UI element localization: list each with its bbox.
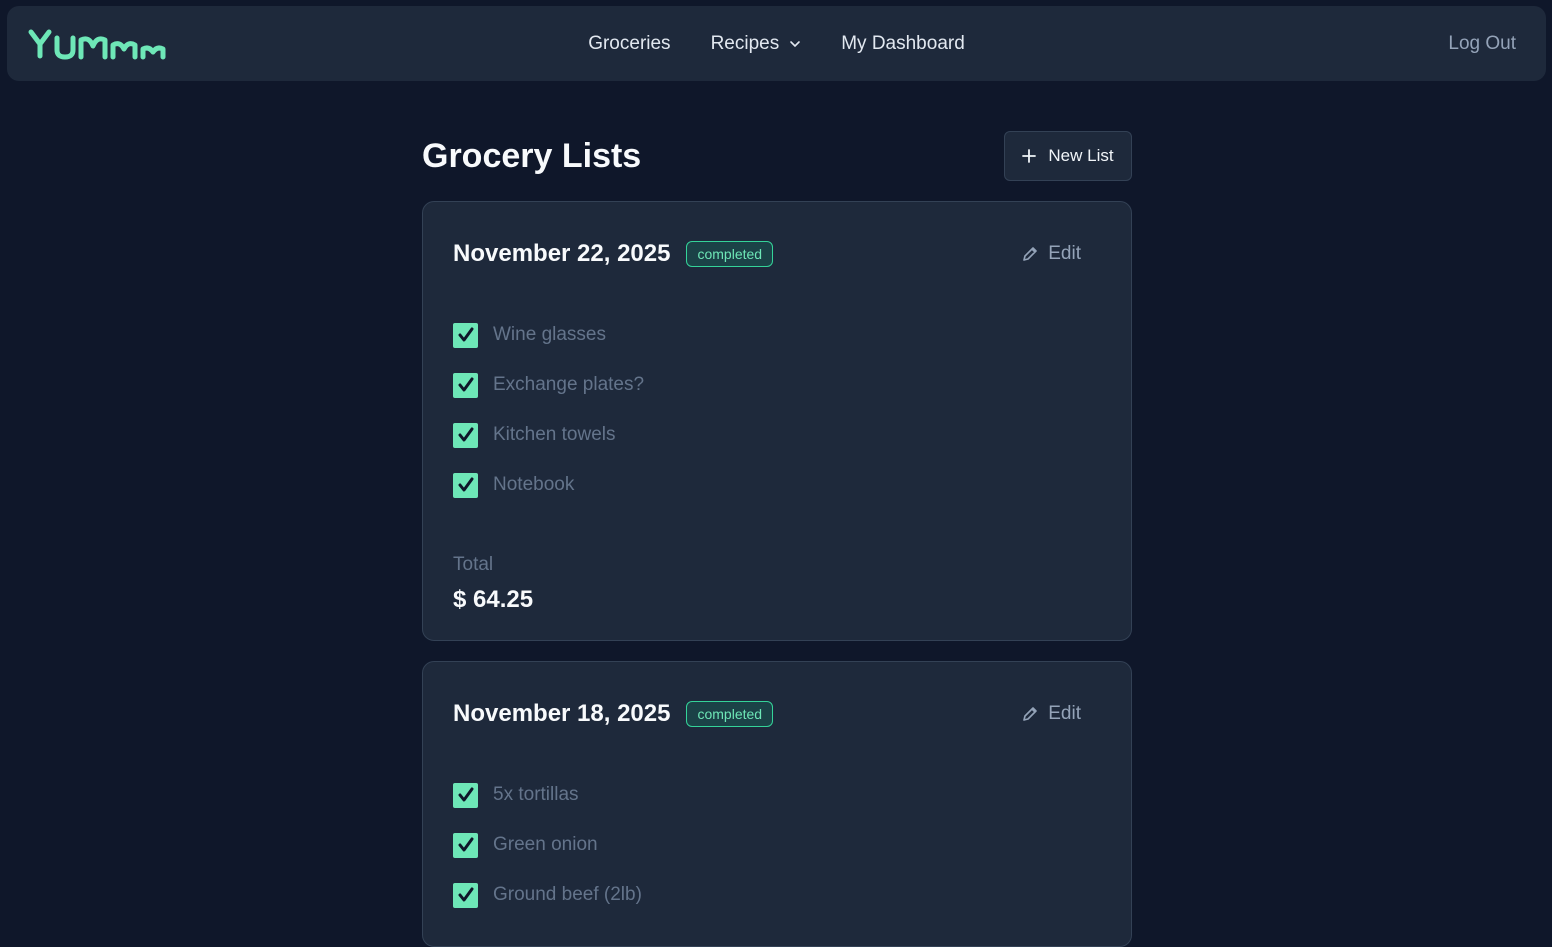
total-value: $ 64.25 — [453, 586, 534, 613]
page-header: Grocery Lists New List — [422, 131, 1132, 181]
page-title: Grocery Lists — [422, 136, 642, 175]
item-list: 5x tortillas Green onion Ground beef (2l… — [453, 770, 1101, 920]
status-badge: completed — [686, 241, 774, 267]
nav-links: Groceries Recipes My Dashboard — [7, 6, 1546, 81]
list-item: Green onion — [453, 820, 1101, 870]
nav-link-groceries[interactable]: Groceries — [588, 33, 670, 55]
checkmark-icon — [458, 837, 473, 852]
list-item: Kitchen towels — [453, 410, 1101, 460]
card-header: November 22, 2025 completed Edit — [453, 232, 1101, 276]
checkmark-icon — [458, 327, 473, 342]
item-label: Ground beef (2lb) — [493, 884, 642, 905]
item-label: Green onion — [493, 834, 598, 855]
nav-link-recipes[interactable]: Recipes — [711, 33, 802, 55]
grocery-list-card: November 22, 2025 completed Edit Wine gl… — [422, 201, 1132, 641]
nav-link-dashboard[interactable]: My Dashboard — [841, 33, 965, 55]
edit-label: Edit — [1048, 243, 1081, 264]
nav-link-recipes-label: Recipes — [710, 32, 780, 54]
plus-icon — [1022, 149, 1037, 163]
checkmark-icon — [458, 787, 473, 802]
grocery-list-card: November 18, 2025 completed Edit 5x tort… — [422, 661, 1132, 947]
list-item: Ground beef (2lb) — [453, 870, 1101, 920]
list-item: Exchange plates? — [453, 360, 1101, 410]
checkmark-icon — [458, 477, 473, 492]
edit-button[interactable]: Edit — [1022, 692, 1081, 736]
item-label: Notebook — [493, 474, 575, 495]
item-checkbox[interactable] — [453, 422, 478, 448]
new-list-label: New List — [1048, 146, 1114, 165]
card-header: November 18, 2025 completed Edit — [453, 692, 1101, 736]
checkmark-icon — [458, 887, 473, 902]
logout-link[interactable]: Log Out — [1448, 6, 1516, 81]
yummm-logo[interactable] — [27, 24, 187, 64]
item-label: Wine glasses — [493, 324, 606, 345]
item-label: 5x tortillas — [493, 784, 579, 805]
list-date: November 18, 2025 — [453, 700, 671, 727]
edit-button[interactable]: Edit — [1022, 232, 1081, 276]
pencil-icon — [1023, 707, 1038, 721]
checkmark-icon — [458, 377, 473, 392]
item-checkbox[interactable] — [453, 372, 478, 398]
item-checkbox[interactable] — [453, 322, 478, 348]
item-checkbox[interactable] — [453, 472, 478, 498]
chevron-down-icon — [790, 40, 801, 47]
list-item: 5x tortillas — [453, 770, 1101, 820]
nav-link-dashboard-label: My Dashboard — [841, 32, 965, 54]
nav-link-groceries-label: Groceries — [588, 32, 671, 54]
new-list-button[interactable]: New List — [1004, 131, 1132, 181]
list-item: Notebook — [453, 460, 1101, 510]
status-badge: completed — [686, 701, 774, 727]
list-item: Wine glasses — [453, 310, 1101, 360]
total-label: Total — [453, 554, 494, 575]
checkmark-icon — [458, 427, 473, 442]
pencil-icon — [1023, 247, 1038, 261]
item-checkbox[interactable] — [453, 782, 478, 808]
item-label: Kitchen towels — [493, 424, 616, 445]
edit-label: Edit — [1048, 703, 1081, 724]
item-checkbox[interactable] — [453, 832, 478, 858]
item-label: Exchange plates? — [493, 374, 645, 395]
item-list: Wine glasses Exchange plates? Kitchen to… — [453, 310, 1101, 510]
list-date: November 22, 2025 — [453, 240, 671, 267]
main-content: Grocery Lists New List November 22, 2025… — [422, 131, 1132, 947]
navbar: Groceries Recipes My Dashboard Log Out — [7, 6, 1546, 81]
item-checkbox[interactable] — [453, 882, 478, 908]
